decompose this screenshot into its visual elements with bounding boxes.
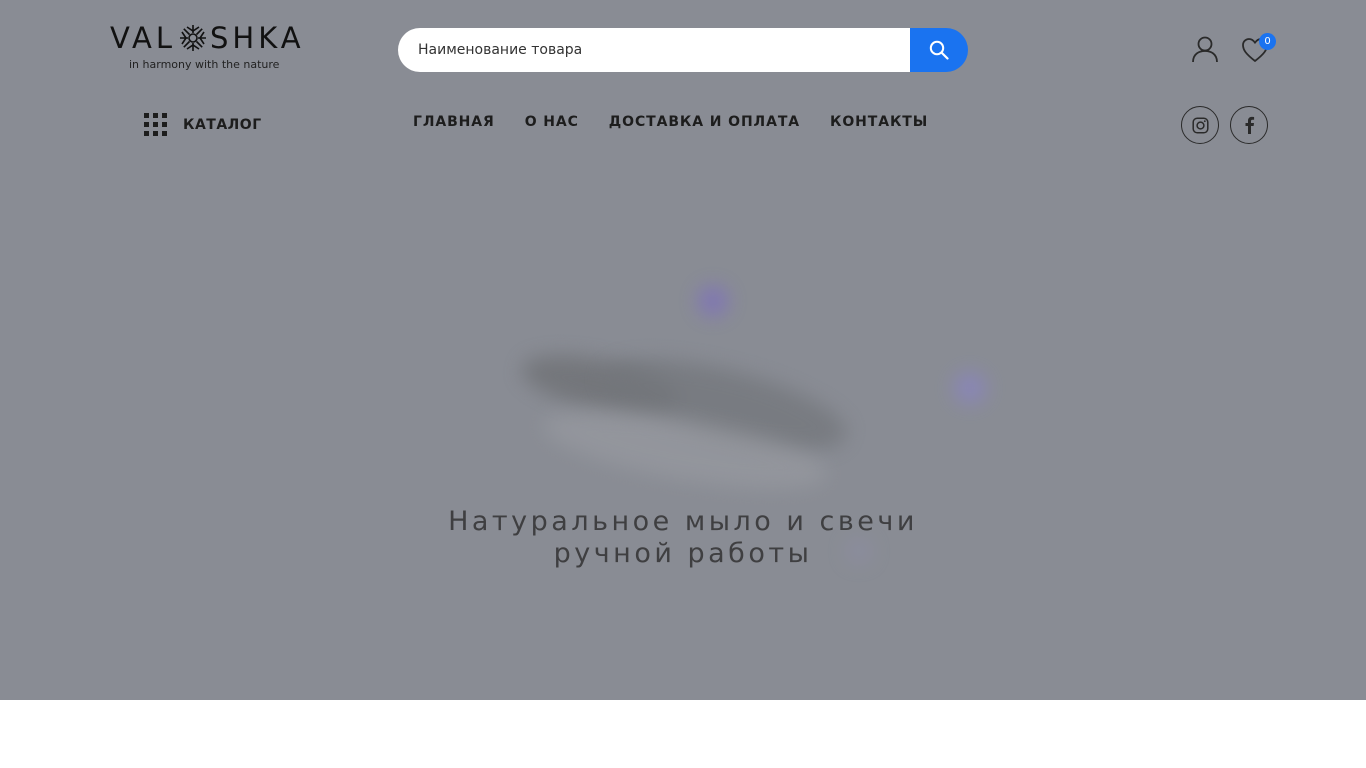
search-bar <box>398 28 968 72</box>
nav-item-delivery[interactable]: ДОСТАВКА И ОПЛАТА <box>609 114 800 130</box>
search-icon <box>929 40 949 60</box>
nav-item-about[interactable]: О НАС <box>525 114 579 130</box>
hero-title-line-1: Натуральное мыло и свечи <box>448 506 918 537</box>
search-button[interactable] <box>910 28 968 72</box>
wishlist-count-badge: 0 <box>1259 33 1276 50</box>
catalog-button[interactable]: КАТАЛОГ <box>144 111 262 139</box>
flower-decoration <box>954 372 986 404</box>
site-logo[interactable]: VAL SHKA in harmony with the nature <box>110 20 301 74</box>
hero-banner: VAL SHKA in harmony with the nature 0 <box>0 0 1366 700</box>
nav-item-contacts[interactable]: КОНТАКТЫ <box>830 114 928 130</box>
catalog-label: КАТАЛОГ <box>183 117 262 133</box>
hero-title: Натуральное мыло и свечи ручной работы <box>383 506 983 570</box>
hero-title-line-2: ручной работы <box>553 538 813 569</box>
facebook-icon <box>1245 116 1255 134</box>
nav-item-home[interactable]: ГЛАВНАЯ <box>413 114 495 130</box>
logo-tagline: in harmony with the nature <box>129 58 280 71</box>
flower-decoration <box>698 286 728 316</box>
logo-wordmark: VAL SHKA <box>110 21 305 55</box>
instagram-icon <box>1191 116 1209 134</box>
facebook-button[interactable] <box>1230 106 1268 144</box>
instagram-button[interactable] <box>1181 106 1219 144</box>
grid-menu-icon <box>144 113 168 137</box>
page-content-area <box>0 700 1366 768</box>
cornflower-icon <box>179 25 206 51</box>
main-nav: ГЛАВНАЯ О НАС ДОСТАВКА И ОПЛАТА КОНТАКТЫ <box>413 114 958 130</box>
search-input[interactable] <box>398 28 938 72</box>
user-account-icon[interactable] <box>1190 34 1220 64</box>
